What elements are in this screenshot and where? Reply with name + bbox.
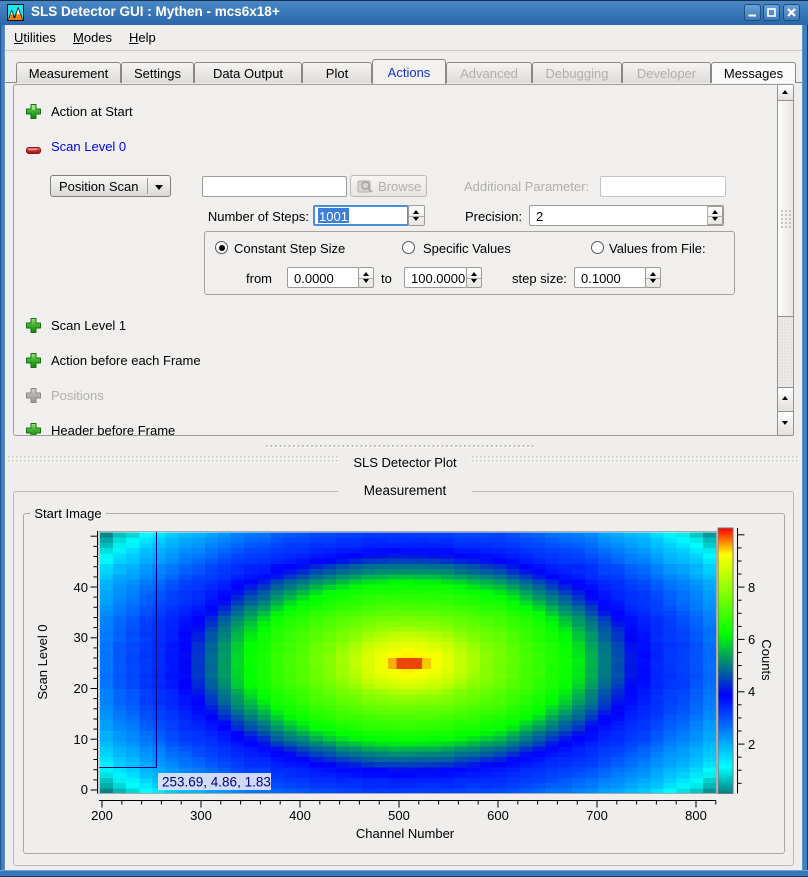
svg-text:4: 4 [748,684,755,699]
svg-text:253.69, 4.86, 1.83: 253.69, 4.86, 1.83 [162,775,271,790]
svg-text:800: 800 [685,808,707,823]
svg-text:6: 6 [748,632,755,647]
svg-text:400: 400 [289,808,311,823]
svg-text:0: 0 [81,782,88,797]
svg-text:10: 10 [74,732,88,747]
svg-text:Counts: Counts [759,639,774,681]
svg-text:300: 300 [190,808,212,823]
svg-text:30: 30 [74,630,88,645]
svg-text:700: 700 [586,808,608,823]
svg-text:200: 200 [91,808,113,823]
svg-text:600: 600 [487,808,509,823]
svg-text:2: 2 [748,737,755,752]
svg-text:Scan Level 0: Scan Level 0 [35,624,50,699]
svg-text:40: 40 [74,580,88,595]
svg-text:Channel Number: Channel Number [356,826,455,841]
svg-text:8: 8 [748,580,755,595]
svg-text:20: 20 [74,681,88,696]
svg-text:500: 500 [388,808,410,823]
